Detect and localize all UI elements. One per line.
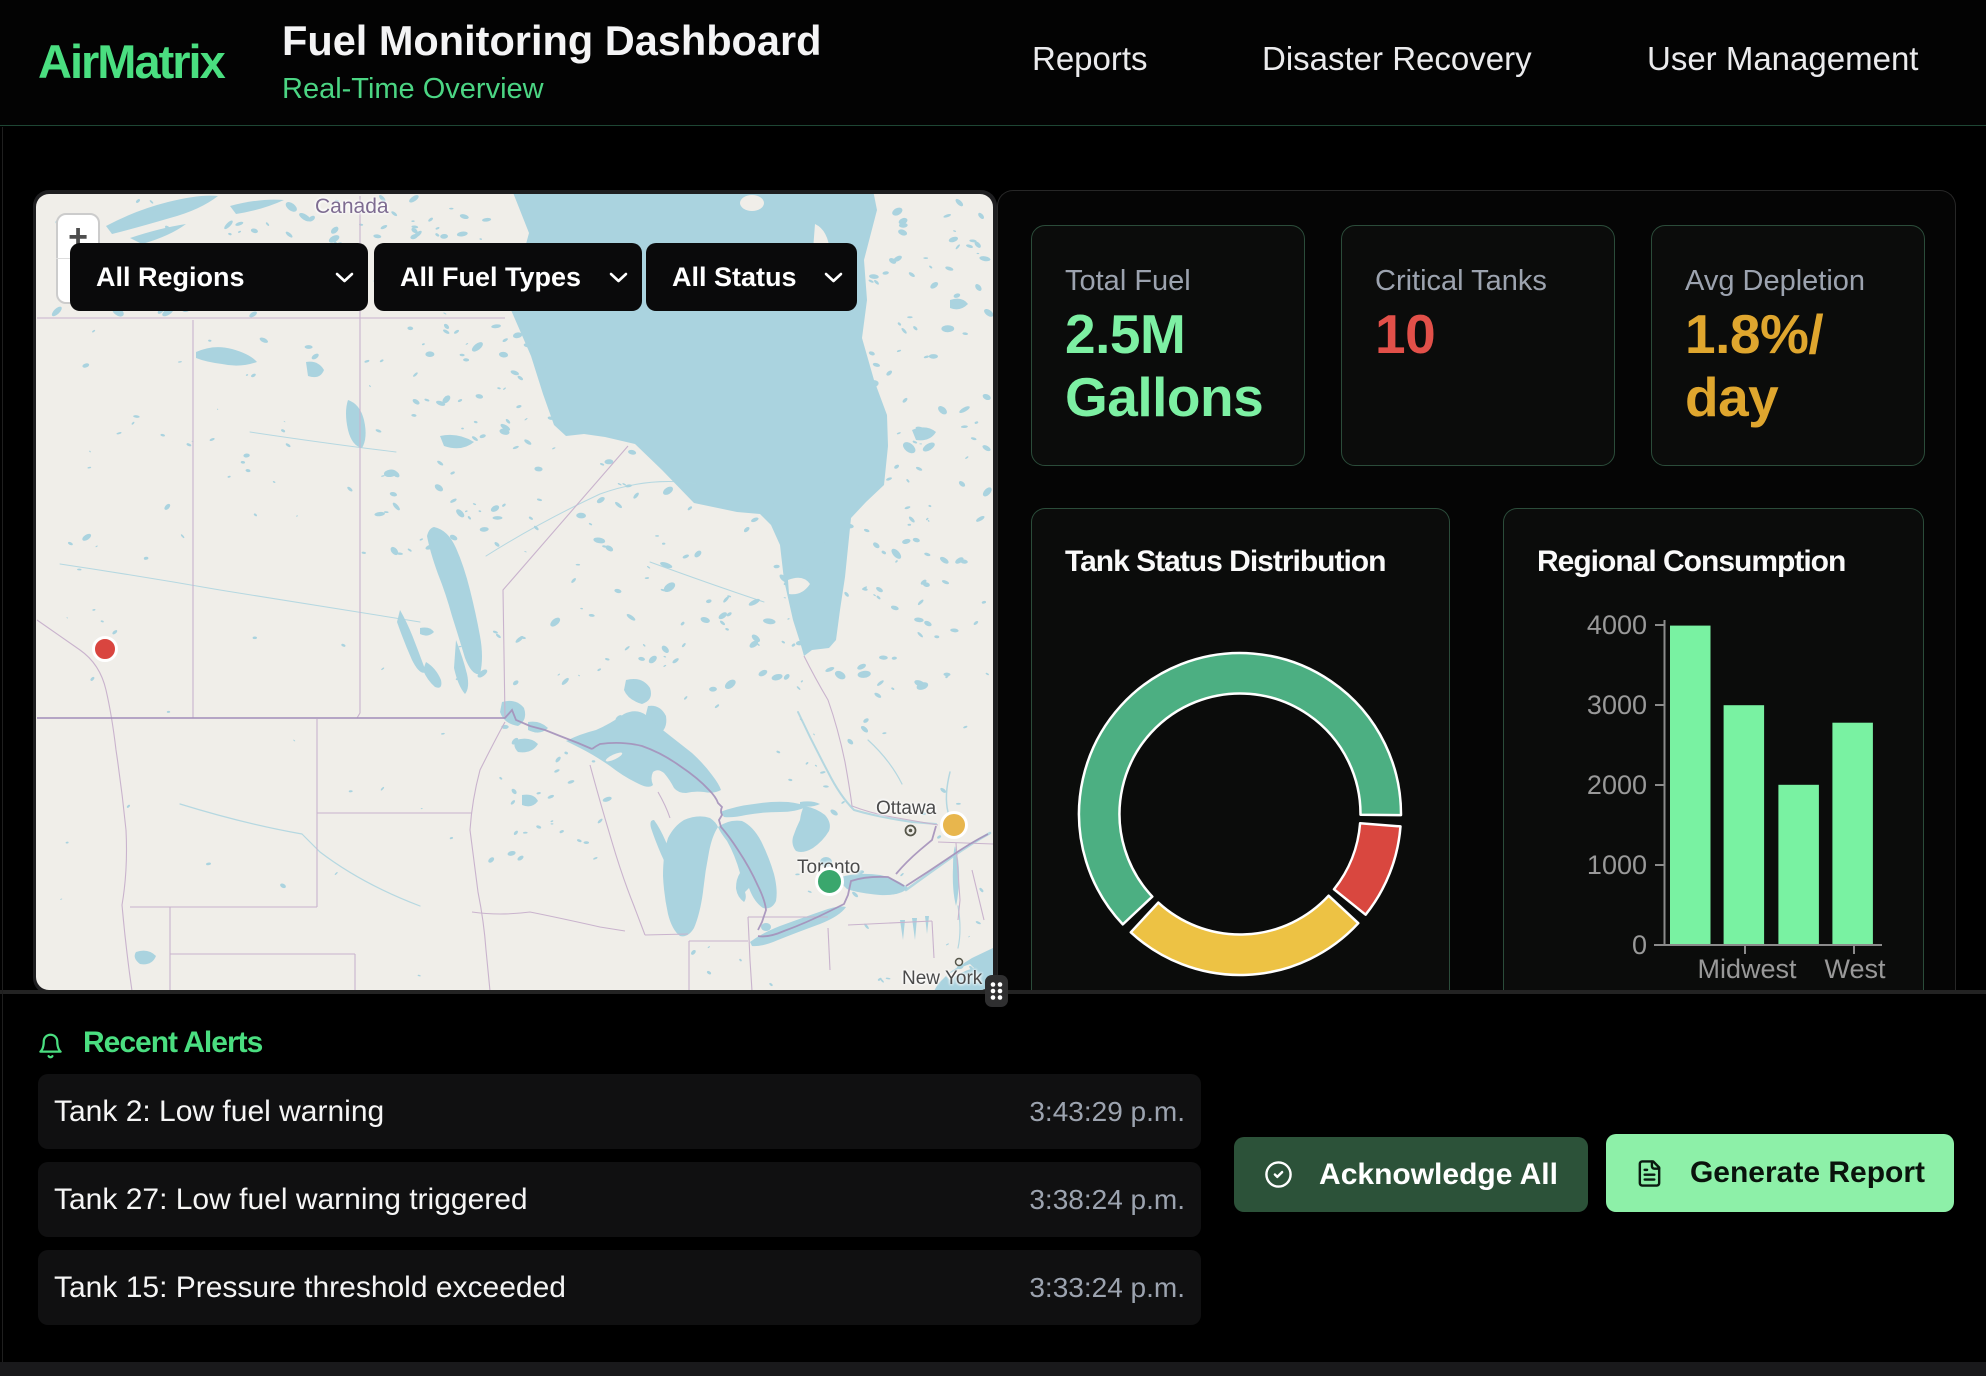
svg-text:2000: 2000 xyxy=(1587,770,1647,800)
svg-text:4000: 4000 xyxy=(1587,610,1647,640)
svg-text:0: 0 xyxy=(1632,930,1647,960)
svg-text:West: West xyxy=(1824,954,1886,984)
svg-text:3000: 3000 xyxy=(1587,690,1647,720)
svg-text:Midwest: Midwest xyxy=(1697,954,1797,984)
svg-text:1000: 1000 xyxy=(1587,850,1647,880)
